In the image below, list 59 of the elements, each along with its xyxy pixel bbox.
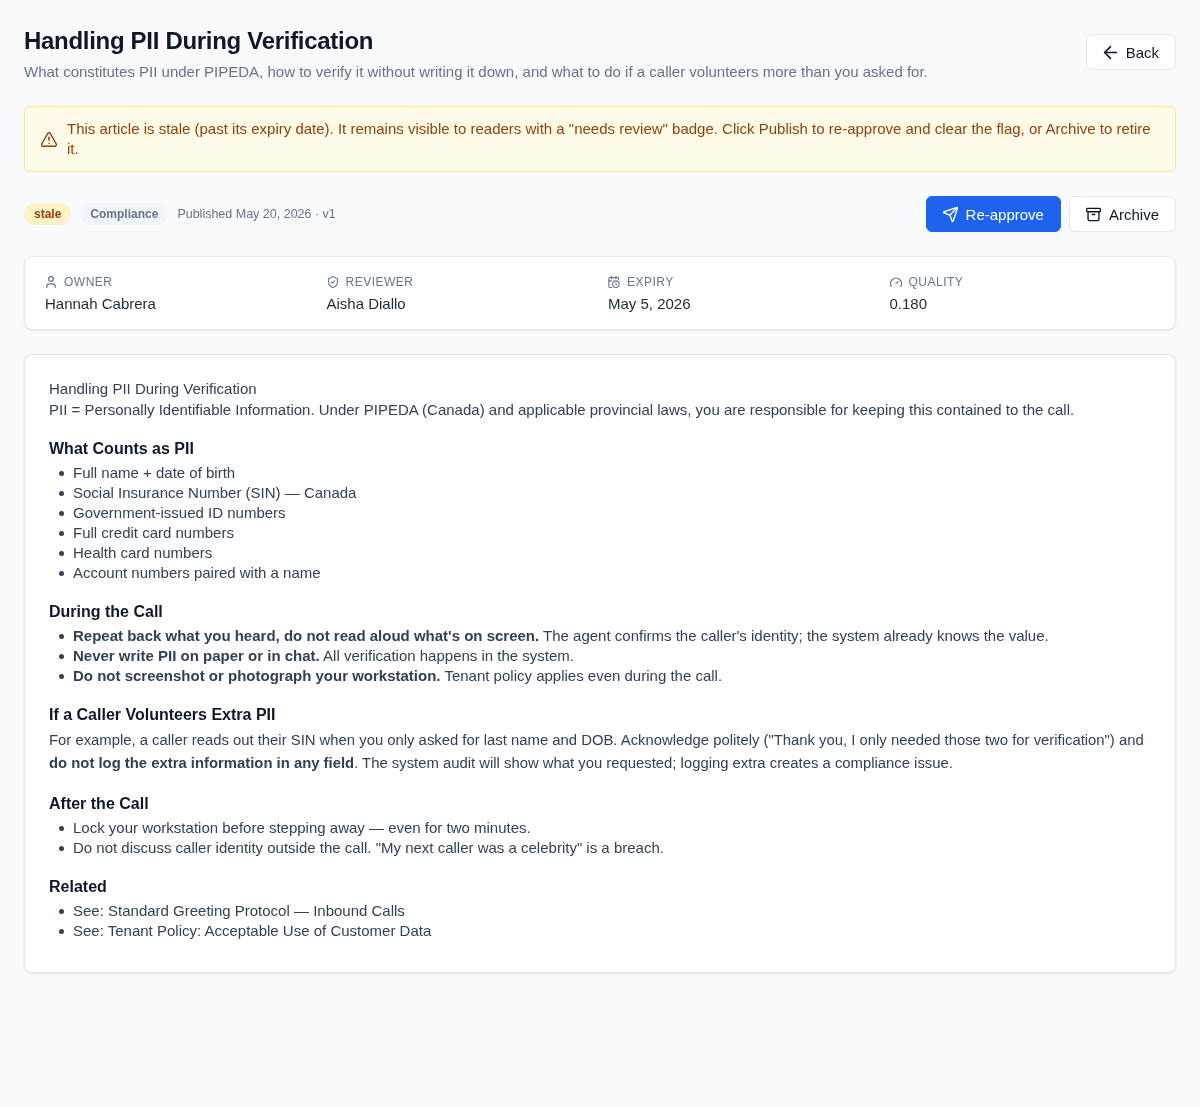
warning-icon [41,131,57,147]
meta-label: OWNER [64,275,113,289]
list-item-text: See: Standard Greeting Protocol — Inbound Calls [73,901,405,921]
list-item-text: Full credit card numbers [73,523,234,543]
meta-label: QUALITY [908,275,964,289]
back-button[interactable]: Back [1085,34,1176,70]
section-heading: What Counts as PII [49,439,195,459]
bullet-icon [59,908,64,914]
list-item-text: Account numbers paired with a name [73,563,321,583]
meta-label: EXPIRY [627,275,674,289]
calendar-clock-icon [608,276,620,288]
list-item-text: Repeat back what you heard, do not read aloud what's on screen. The agent confirms the caller's identity; the system already knows the value. [73,626,1049,646]
shield-check-icon [326,276,339,288]
bullet-icon [59,570,64,576]
category-badge: Compliance [80,203,169,225]
page-subtitle: What constitutes PII under PIPEDA, how to verify it without writing it down, and what to do if a caller volunteers more than you asked for. [24,62,928,82]
section-heading: After the Call [49,794,150,814]
meta-value: Aisha Diallo [326,294,407,314]
page-title: Handling PII During Verification [24,26,375,56]
list-item-text: Do not discuss caller identity outside the call. "My next caller was a celebrity" is a breach. [73,838,664,858]
list-item-text: See: Tenant Policy: Acceptable Use of Customer Data [73,921,432,941]
archive-box-icon [1085,206,1101,222]
arrow-left-icon [1102,44,1118,60]
section-heading: Related [49,877,108,897]
meta-label: REVIEWER [345,275,414,289]
person-icon [45,276,57,288]
send-icon [942,206,958,222]
archive-button[interactable]: Archive [1068,196,1176,232]
bullet-icon [59,825,64,831]
publish-info: Published May 20, 2026 · v1 [177,207,336,221]
bullet-icon [59,490,64,496]
gauge-icon [889,276,902,288]
bullet-icon [59,928,64,934]
list-item-text: Full name + date of birth [73,463,236,483]
status-badge: stale [24,203,72,225]
alert-message: This article is stale (past its expiry date). It remains visible to readers with a "needs review" badge. Click Publish to re-approve and clear the flag, or Archive to retire it. [67,119,1152,159]
bullet-icon [59,633,64,639]
article-paragraph: For example, a caller reads out their SIN when you only asked for last name and DOB. Acknowledge politely ("Thank you, I only needed those two for verification") and do not log the extra information in any field. The system audit will show what you requested; logging extra creates a compliance issue. [49,731,1145,773]
list-item-text: Government-issued ID numbers [73,503,286,523]
meta-value: May 5, 2026 [608,294,692,314]
reapprove-button[interactable]: Re-approve [925,196,1061,232]
section-heading: If a Caller Volunteers Extra PII [49,705,277,725]
list-item-text: Never write PII on paper or in chat. All verification happens in the system. [73,646,575,666]
bullet-icon [59,653,64,659]
list-item-text: Do not screenshot or photograph your workstation. Tenant policy applies even during the call. [73,666,723,686]
meta-value: 0.180 [889,294,929,314]
list-item-text: Health card numbers [73,543,213,563]
list-item-text: Social Insurance Number (SIN) — Canada [73,483,357,503]
bullet-icon [59,470,64,476]
bullet-icon [59,550,64,556]
bullet-icon [59,510,64,516]
section-heading: During the Call [49,602,164,622]
bullet-icon [59,845,64,851]
meta-value: Hannah Cabrera [45,294,157,314]
article-text: PII = Personally Identifiable Information. Under PIPEDA (Canada) and applicable provincial laws, you are responsible for keeping this contained to the call. [49,400,1076,420]
article-text: Handling PII During Verification [49,379,258,399]
bullet-icon [59,673,64,679]
bullet-icon [59,530,64,536]
list-item-text: Lock your workstation before stepping away — even for two minutes. [73,818,531,838]
